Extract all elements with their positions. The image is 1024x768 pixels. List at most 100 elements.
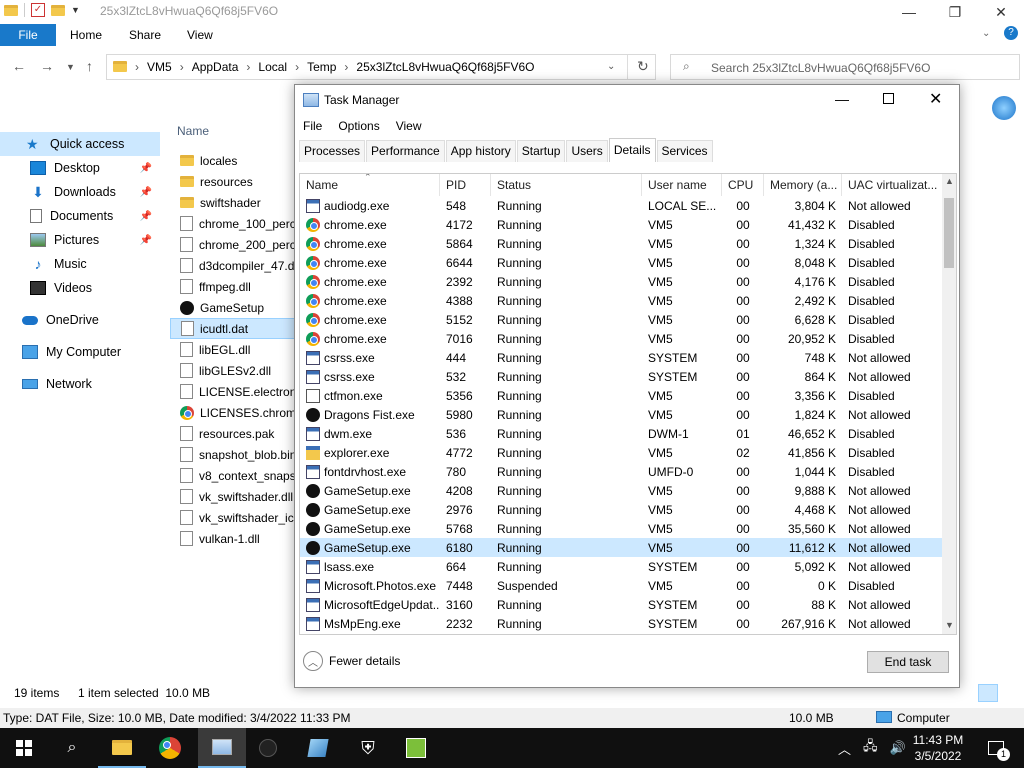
back-arrow-icon[interactable]: ←: [12, 58, 26, 74]
breadcrumb-vm5[interactable]: VM5: [147, 60, 172, 74]
recent-locations-icon[interactable]: ▼: [66, 62, 75, 72]
search-button[interactable]: ⌕: [48, 728, 96, 768]
nav-item-desktop[interactable]: Desktop 📌: [0, 156, 160, 180]
new-folder-icon[interactable]: [51, 4, 65, 16]
list-item[interactable]: locales: [170, 150, 300, 171]
close-button[interactable]: ✕: [929, 89, 942, 109]
notification-center-button[interactable]: 1: [976, 728, 1016, 768]
list-item[interactable]: libGLESv2.dll: [170, 360, 300, 381]
minimize-button[interactable]: —: [835, 91, 849, 107]
table-row[interactable]: audiodg.exe 548 Running LOCAL SE... 00 3,804 …: [300, 196, 944, 215]
column-header-user[interactable]: User name: [642, 174, 722, 196]
scrollbar-thumb[interactable]: [944, 198, 954, 268]
nav-item-videos[interactable]: Videos: [0, 276, 160, 300]
table-row[interactable]: Microsoft.Photos.exe 7448 Suspended VM5 00 0 …: [300, 576, 944, 595]
minimize-button[interactable]: —: [886, 0, 932, 24]
table-row[interactable]: GameSetup.exe 4208 Running VM5 00 9,888 K Not …: [300, 481, 944, 500]
clock[interactable]: 11:43 PM 3/5/2022: [905, 732, 971, 764]
taskbar-app-launcher[interactable]: [294, 728, 342, 768]
taskbar-game-setup[interactable]: [392, 728, 440, 768]
up-arrow-icon[interactable]: ↑: [86, 58, 93, 74]
list-item[interactable]: vk_swiftshader_icd.json: [170, 507, 300, 528]
column-header-cpu[interactable]: CPU: [722, 174, 764, 196]
table-row[interactable]: explorer.exe 4772 Running VM5 02 41,856 K Disa…: [300, 443, 944, 462]
breadcrumb-local[interactable]: Local: [258, 60, 287, 74]
table-row[interactable]: GameSetup.exe 2976 Running VM5 00 4,468 K Not …: [300, 500, 944, 519]
tab-startup[interactable]: Startup: [516, 140, 566, 162]
address-box[interactable]: › VM5 › AppData › Local › Temp › 25x3lZt…: [106, 54, 656, 80]
maximize-button[interactable]: [883, 93, 894, 104]
table-row[interactable]: csrss.exe 444 Running SYSTEM 00 748 K Not allo…: [300, 348, 944, 367]
table-row[interactable]: dwm.exe 536 Running DWM-1 01 46,652 K Disabled: [300, 424, 944, 443]
help-icon[interactable]: ?: [1004, 26, 1018, 40]
tab-home[interactable]: Home: [70, 24, 102, 46]
scroll-up-icon[interactable]: ▲: [945, 176, 954, 186]
list-item[interactable]: resources.pak: [170, 423, 300, 444]
nav-item-downloads[interactable]: ⬇ Downloads 📌: [0, 180, 160, 204]
nav-item-my-computer[interactable]: My Computer: [0, 340, 160, 364]
list-item[interactable]: LICENSES.chromium.html: [170, 402, 300, 423]
breadcrumb-current[interactable]: 25x3lZtcL8vHwuaQ6Qf68j5FV6O: [356, 60, 534, 74]
chevron-up-icon[interactable]: ︿: [838, 739, 851, 758]
list-item[interactable]: GameSetup: [170, 297, 300, 318]
table-row[interactable]: csrss.exe 532 Running SYSTEM 00 864 K Not allo…: [300, 367, 944, 386]
table-row[interactable]: chrome.exe 5864 Running VM5 00 1,324 K Disable…: [300, 234, 944, 253]
tab-share[interactable]: Share: [129, 24, 161, 46]
tab-users[interactable]: Users: [566, 140, 608, 162]
pin-icon[interactable]: 📌: [140, 187, 152, 198]
fewer-details-button[interactable]: ︿ Fewer details: [303, 651, 400, 671]
tab-file[interactable]: File: [0, 24, 56, 46]
list-item[interactable]: snapshot_blob.bin: [170, 444, 300, 465]
nav-item-network[interactable]: Network: [0, 372, 160, 396]
tab-app-history[interactable]: App history: [445, 140, 516, 162]
column-header-name[interactable]: Name: [177, 124, 209, 138]
table-row[interactable]: MicrosoftEdgeUpdat... 3160 Running SYSTEM 00…: [300, 595, 944, 614]
pin-icon[interactable]: 📌: [140, 163, 152, 174]
properties-icon[interactable]: ✓: [31, 3, 45, 17]
taskbar-file-explorer[interactable]: [98, 728, 146, 768]
search-input[interactable]: ⌕ Search 25x3lZtcL8vHwuaQ6Qf68j5FV6O: [670, 54, 1020, 80]
list-item[interactable]: d3dcompiler_47.dll: [170, 255, 300, 276]
menu-view[interactable]: View: [396, 119, 422, 133]
table-row[interactable]: chrome.exe 5152 Running VM5 00 6,628 K Disable…: [300, 310, 944, 329]
close-button[interactable]: ✕: [978, 0, 1024, 24]
list-item[interactable]: vulkan-1.dll: [170, 528, 300, 549]
column-header-pid[interactable]: PID: [440, 174, 491, 196]
table-row[interactable]: chrome.exe 6644 Running VM5 00 8,048 K Disable…: [300, 253, 944, 272]
nav-item-documents[interactable]: Documents 📌: [0, 204, 160, 228]
breadcrumb-appdata[interactable]: AppData: [192, 60, 239, 74]
chevron-down-icon[interactable]: ⌄: [607, 61, 615, 72]
taskbar-chrome[interactable]: [148, 728, 196, 768]
list-item[interactable]: LICENSE.electron.txt: [170, 381, 300, 402]
column-header-status[interactable]: Status: [491, 174, 642, 196]
list-item[interactable]: chrome_200_percent.pak: [170, 234, 300, 255]
column-header-memory[interactable]: Memory (a...: [764, 174, 842, 196]
table-row-selected[interactable]: GameSetup.exe 6180 Running VM5 00 11,612 K Not…: [300, 538, 944, 557]
taskbar-security[interactable]: ⛨: [344, 728, 392, 768]
list-item[interactable]: vk_swiftshader.dll: [170, 486, 300, 507]
table-row[interactable]: chrome.exe 7016 Running VM5 00 20,952 K Disabl…: [300, 329, 944, 348]
table-row[interactable]: MsMpEng.exe 2232 Running SYSTEM 00 267,916 K N…: [300, 614, 944, 633]
column-header-uac[interactable]: UAC virtualizat...: [842, 174, 944, 196]
nav-item-pictures[interactable]: Pictures 📌: [0, 228, 160, 252]
nav-item-quick-access[interactable]: ★ Quick access: [0, 132, 160, 156]
vertical-scrollbar[interactable]: ▲ ▼: [942, 174, 956, 634]
column-header-name[interactable]: Name ⌃: [300, 174, 440, 196]
scroll-down-icon[interactable]: ▼: [945, 620, 954, 630]
table-row[interactable]: chrome.exe 4388 Running VM5 00 2,492 K Disable…: [300, 291, 944, 310]
list-item[interactable]: v8_context_snapshot.bin: [170, 465, 300, 486]
chevron-down-icon[interactable]: ⌄: [982, 28, 990, 39]
forward-arrow-icon[interactable]: →: [40, 58, 54, 74]
list-item[interactable]: chrome_100_percent.pak: [170, 213, 300, 234]
pin-icon[interactable]: 📌: [140, 235, 152, 246]
table-row[interactable]: lsass.exe 664 Running SYSTEM 00 5,092 K Not al…: [300, 557, 944, 576]
list-item[interactable]: resources: [170, 171, 300, 192]
tab-details[interactable]: Details: [608, 138, 656, 162]
taskbar-task-manager[interactable]: [198, 728, 246, 768]
list-item-selected[interactable]: icudtl.dat: [170, 318, 300, 339]
tab-performance[interactable]: Performance: [366, 140, 445, 162]
list-item[interactable]: swiftshader: [170, 192, 300, 213]
large-icons-view-icon[interactable]: [1004, 684, 1020, 702]
breadcrumb-temp[interactable]: Temp: [307, 60, 336, 74]
start-button[interactable]: [0, 728, 48, 768]
